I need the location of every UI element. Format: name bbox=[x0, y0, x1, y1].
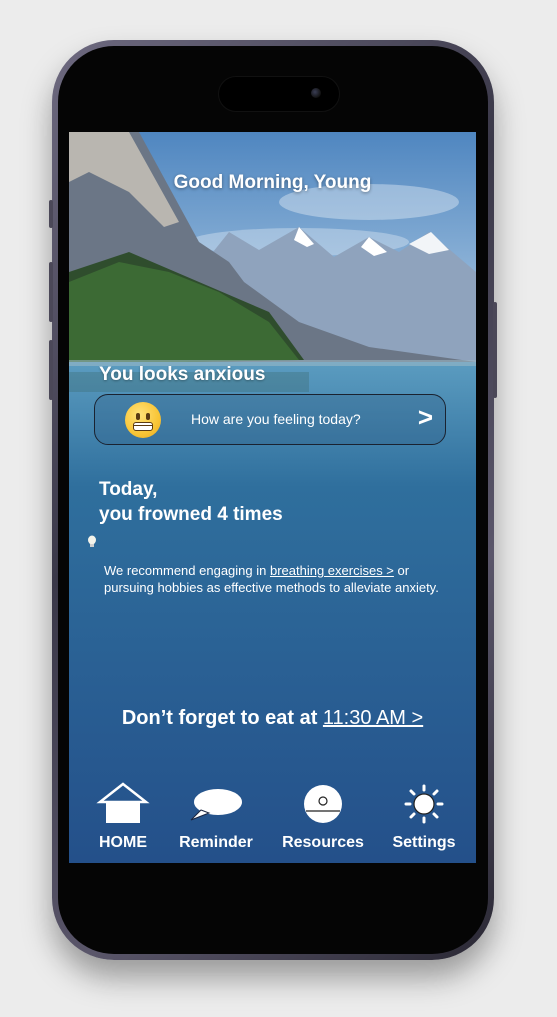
nav-home-label: HOME bbox=[99, 834, 147, 851]
camera-icon bbox=[311, 88, 321, 98]
breathing-exercises-link[interactable]: breathing exercises > bbox=[270, 563, 394, 578]
nav-reminder[interactable]: Reminder bbox=[171, 782, 261, 862]
disc-icon bbox=[304, 785, 342, 823]
action-button bbox=[49, 200, 53, 228]
lightbulb-icon bbox=[88, 535, 96, 547]
bottom-nav-bar: HOME Reminder Resources Settings bbox=[69, 782, 476, 862]
frown-summary-line1: Today, bbox=[99, 479, 158, 500]
power-button bbox=[493, 302, 497, 398]
grimacing-face-icon bbox=[125, 402, 161, 438]
frown-summary: Today, you frowned 4 times bbox=[99, 477, 283, 527]
meal-reminder-text: Don’t forget to eat at bbox=[121, 707, 323, 729]
app-screen: Good Morning, Young You looks anxious Ho… bbox=[69, 132, 476, 863]
emoji-eye-right bbox=[146, 413, 150, 420]
emoji-eye-left bbox=[136, 413, 140, 420]
nav-resources-label: Resources bbox=[282, 834, 364, 851]
nav-settings[interactable]: Settings bbox=[379, 782, 469, 862]
volume-down-button bbox=[49, 340, 53, 400]
recommendation-text: We recommend engaging in breathing exerc… bbox=[104, 562, 444, 596]
emoji-teeth bbox=[133, 422, 153, 431]
speech-bubble-icon bbox=[190, 789, 242, 821]
greeting-title: Good Morning, Young bbox=[173, 172, 372, 193]
nav-resources[interactable]: Resources bbox=[278, 782, 368, 862]
mood-status: You looks anxious bbox=[99, 364, 266, 385]
feeling-prompt: How are you feeling today? bbox=[191, 411, 361, 427]
dynamic-island bbox=[218, 76, 340, 112]
nav-settings-label: Settings bbox=[392, 834, 456, 851]
meal-reminder: Don’t forget to eat at 11:30 AM > bbox=[69, 707, 476, 730]
chevron-right-icon: > bbox=[417, 402, 433, 432]
frown-summary-line2: you frowned 4 times bbox=[99, 504, 283, 525]
nav-reminder-label: Reminder bbox=[179, 834, 253, 851]
feeling-checkin-button[interactable]: How are you feeling today? > bbox=[94, 394, 446, 445]
nav-home[interactable]: HOME bbox=[78, 782, 168, 862]
recommendation-prefix: We recommend engaging in bbox=[104, 563, 270, 578]
meal-time-link[interactable]: 11:30 AM > bbox=[323, 707, 423, 729]
volume-up-button bbox=[49, 262, 53, 322]
sun-gear-icon bbox=[404, 784, 444, 824]
home-icon bbox=[96, 782, 150, 823]
